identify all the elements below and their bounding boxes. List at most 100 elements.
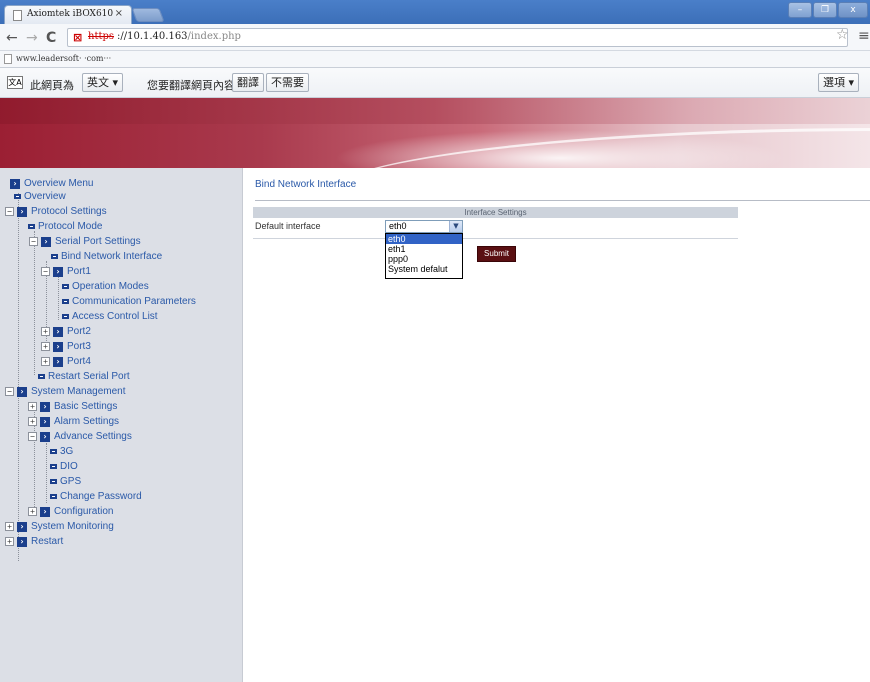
folder-arrow-icon: ›: [17, 536, 27, 547]
sidebar-item-system-management[interactable]: − › System Management: [5, 384, 126, 399]
options-label: 選項: [823, 76, 845, 89]
sidebar-item-port2[interactable]: + › Port2: [41, 324, 91, 339]
sidebar-item-operation-modes[interactable]: Operation Modes: [62, 279, 149, 294]
sidebar-item-system-monitoring[interactable]: + › System Monitoring: [5, 519, 114, 534]
expand-icon[interactable]: +: [41, 342, 50, 351]
sidebar-item-change-password[interactable]: Change Password: [50, 489, 142, 504]
sidebar-item-overview[interactable]: Overview: [14, 189, 66, 204]
back-arrow-icon[interactable]: ←: [6, 30, 18, 46]
option-system-default[interactable]: System defalut: [386, 264, 462, 274]
sidebar-item-label: 3G: [60, 446, 74, 457]
expand-icon[interactable]: +: [5, 522, 14, 531]
decline-button[interactable]: 不需要: [266, 73, 309, 92]
divider: [253, 238, 738, 239]
option-ppp0[interactable]: ppp0: [386, 254, 462, 264]
section-title: Interface Settings: [464, 208, 527, 217]
url-text: ://10.1.40.163/index.php: [117, 31, 241, 42]
section-header: Interface Settings: [253, 207, 738, 218]
tab-close-icon[interactable]: ×: [115, 8, 123, 19]
broken-lock-icon[interactable]: ⊠: [73, 31, 82, 44]
forward-arrow-icon[interactable]: →: [26, 30, 38, 46]
sidebar-item-label: Alarm Settings: [54, 416, 120, 427]
language-select[interactable]: 英文 ▾: [82, 73, 124, 92]
expand-icon[interactable]: +: [41, 357, 50, 366]
reload-icon[interactable]: C: [46, 30, 56, 46]
sidebar-item-label: GPS: [60, 476, 82, 487]
options-button[interactable]: 選項 ▾: [818, 73, 860, 92]
sidebar-item-port4[interactable]: + › Port4: [41, 354, 91, 369]
sidebar-item-configuration[interactable]: + › Configuration: [28, 504, 113, 519]
page-icon: [13, 10, 22, 21]
page-bullet-icon: [62, 284, 69, 289]
sidebar-item-label: Communication Parameters: [72, 296, 196, 307]
maximize-button[interactable]: ❐: [813, 2, 837, 18]
language-value: 英文: [87, 76, 109, 89]
expand-icon[interactable]: +: [28, 507, 37, 516]
page-bullet-icon: [38, 374, 45, 379]
chevron-down-icon[interactable]: ▼: [449, 221, 462, 232]
tree-guide: [58, 275, 59, 320]
translate-button[interactable]: 翻譯: [232, 73, 264, 92]
collapse-icon[interactable]: −: [5, 207, 14, 216]
close-button[interactable]: x: [838, 2, 868, 18]
url-scheme: https: [88, 31, 115, 42]
banner-stripe: [0, 98, 870, 124]
expand-icon[interactable]: +: [5, 537, 14, 546]
collapse-icon[interactable]: −: [41, 267, 50, 276]
sidebar-item-restart[interactable]: + › Restart: [5, 534, 63, 549]
page-bullet-icon: [14, 194, 21, 199]
sidebar-item-protocol-settings[interactable]: − › Protocol Settings: [5, 204, 107, 219]
tree-guide: [34, 231, 35, 375]
sidebar-item-serial-port-settings[interactable]: − › Serial Port Settings: [29, 234, 141, 249]
collapse-icon[interactable]: −: [29, 237, 38, 246]
page-bullet-icon: [50, 494, 57, 499]
sidebar-item-protocol-mode[interactable]: Protocol Mode: [28, 219, 102, 234]
sidebar-item-communication-parameters[interactable]: Communication Parameters: [62, 294, 196, 309]
sidebar-item-port1[interactable]: − › Port1: [41, 264, 91, 279]
sidebar-item-advance-settings[interactable]: − › Advance Settings: [28, 429, 132, 444]
sidebar-item-port3[interactable]: + › Port3: [41, 339, 91, 354]
sidebar-item-basic-settings[interactable]: + › Basic Settings: [28, 399, 117, 414]
bookmark-item[interactable]: www.leadersoft· ·com···: [16, 54, 111, 63]
folder-arrow-icon: ›: [17, 521, 27, 532]
sidebar-item-3g[interactable]: 3G: [50, 444, 73, 459]
address-bar[interactable]: ⊠ https ://10.1.40.163/index.php: [67, 28, 848, 47]
sidebar-item-bind-network-interface[interactable]: Bind Network Interface: [51, 249, 162, 264]
sidebar-item-restart-serial-port[interactable]: Restart Serial Port: [38, 369, 130, 384]
sidebar-nav: › Overview Menu Overview − › Protocol Se…: [0, 168, 243, 682]
sidebar-item-access-control-list[interactable]: Access Control List: [62, 309, 158, 324]
folder-arrow-icon: ›: [40, 506, 50, 517]
page-bullet-icon: [62, 314, 69, 319]
folder-arrow-icon: ›: [53, 266, 63, 277]
sidebar-item-label: Port4: [67, 356, 91, 367]
expand-icon[interactable]: +: [28, 402, 37, 411]
expand-icon[interactable]: +: [41, 327, 50, 336]
menu-icon[interactable]: ≡: [858, 28, 870, 44]
interface-dropdown-list: eth0 eth1 ppp0 System defalut: [385, 233, 463, 279]
collapse-icon[interactable]: −: [28, 432, 37, 441]
page-bullet-icon: [28, 224, 35, 229]
option-eth0[interactable]: eth0: [386, 234, 462, 244]
default-interface-select[interactable]: eth0 ▼: [385, 220, 463, 233]
browser-tab[interactable]: Axiomtek iBOX610 ×: [4, 5, 132, 24]
bookmark-star-icon[interactable]: ☆: [836, 27, 849, 43]
page-title: Bind Network Interface: [255, 179, 357, 190]
submit-button[interactable]: Submit: [477, 246, 516, 262]
sidebar-item-label: Restart: [31, 536, 64, 547]
url-host: ://10.1.40.163: [117, 31, 188, 42]
chevron-down-icon: ▾: [112, 76, 119, 89]
expand-icon[interactable]: +: [28, 417, 37, 426]
sidebar-item-dio[interactable]: DIO: [50, 459, 78, 474]
sidebar-item-alarm-settings[interactable]: + › Alarm Settings: [28, 414, 119, 429]
option-eth1[interactable]: eth1: [386, 244, 462, 254]
window-controls: – ❐ x: [788, 2, 868, 18]
folder-arrow-icon: ›: [53, 356, 63, 367]
folder-arrow-icon: ›: [41, 236, 51, 247]
sidebar-item-label: Overview Menu: [24, 178, 94, 189]
new-tab-button[interactable]: [131, 8, 165, 22]
collapse-icon[interactable]: −: [5, 387, 14, 396]
sidebar-item-gps[interactable]: GPS: [50, 474, 81, 489]
minimize-button[interactable]: –: [788, 2, 812, 18]
folder-arrow-icon: ›: [17, 206, 27, 217]
sidebar-item-label: Configuration: [54, 506, 114, 517]
